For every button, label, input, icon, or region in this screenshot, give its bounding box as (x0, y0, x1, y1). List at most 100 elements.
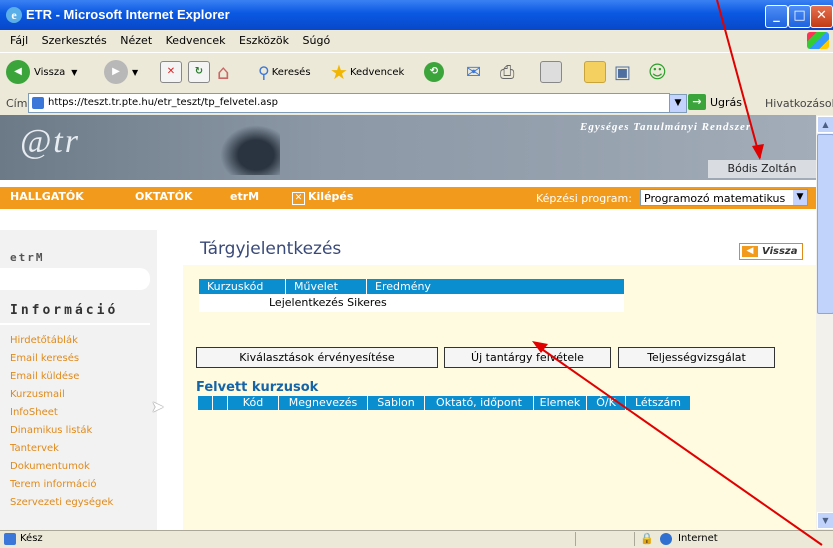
home-icon: ⌂ (217, 60, 230, 84)
sidebar-item-dokumentumok[interactable]: Dokumentumok (10, 461, 113, 479)
folder-button[interactable] (584, 59, 606, 85)
print-button[interactable]: ⎙ (500, 59, 514, 85)
go-button[interactable]: → Ugrás (688, 94, 742, 110)
history-button[interactable]: ⟲ (424, 59, 444, 85)
sidebar-item-dinamikus-listak[interactable]: Dinamikus listák (10, 425, 113, 443)
folder-icon (584, 61, 606, 83)
ie-icon: e (6, 7, 22, 23)
window-title: ETR - Microsoft Internet Explorer (26, 7, 230, 22)
web-content: @tr Egységes Tanulmányi Rendszer Bódis Z… (0, 115, 816, 530)
menu-help[interactable]: Súgó (303, 34, 331, 47)
minimize-button[interactable]: _ (765, 5, 788, 28)
col-megnevezes: Megnevezés (279, 396, 368, 410)
col-oktato: Oktató, időpont (425, 396, 534, 410)
menu-favorites[interactable]: Kedvencek (166, 34, 226, 47)
horse-image (220, 125, 280, 175)
nav-etrm[interactable]: etrM (230, 190, 259, 203)
menu-view[interactable]: Nézet (120, 34, 152, 47)
address-bar: Cím https://teszt.tr.pte.hu/etr_teszt/tp… (0, 91, 833, 115)
maximize-button[interactable]: □ (788, 5, 811, 28)
page-icon (32, 97, 44, 109)
status-text: Kész (20, 533, 43, 544)
vertical-scrollbar[interactable]: ▲ ▼ (816, 115, 833, 530)
stop-button[interactable]: ✕ (160, 59, 182, 85)
main-nav-bar: HALLGATÓK OKTATÓK etrM ✕ Kilépés Képzési … (0, 187, 816, 209)
sidebar-item-email-kereses[interactable]: Email keresés (10, 353, 113, 371)
sidebar-section-info: Információ (10, 303, 119, 318)
forward-arrow-icon: ▶ (104, 60, 128, 84)
left-sidebar: etrM Információ Hirdetőtáblák Email kere… (0, 230, 157, 530)
sidebar-item-tantervek[interactable]: Tantervek (10, 443, 113, 461)
nav-oktatok[interactable]: OKTATÓK (135, 190, 193, 203)
validate-selections-button[interactable]: Kiválasztások érvényesítése (196, 347, 438, 368)
home-button[interactable]: ⌂ (217, 59, 230, 85)
new-subject-button[interactable]: Új tantárgy felvétele (444, 347, 611, 368)
chevron-down-icon: ▼ (793, 190, 807, 205)
main-area: Tárgyjelentkezés ◀ Vissza Kurzuskód Művel… (157, 230, 816, 530)
address-dropdown-icon[interactable]: ▼ (669, 94, 687, 113)
etr-logo: @tr (20, 123, 80, 160)
vissza-button[interactable]: ◀ Vissza (739, 243, 804, 260)
messenger-icon: ☺ (648, 61, 667, 83)
menu-tools[interactable]: Eszközök (239, 34, 289, 47)
menu-bar: Fájl Szerkesztés Nézet Kedvencek Eszközö… (0, 30, 833, 52)
scroll-down-icon[interactable]: ▼ (817, 512, 833, 529)
search-button[interactable]: ⚲ Keresés (258, 59, 311, 85)
menu-edit[interactable]: Szerkesztés (42, 34, 107, 47)
completeness-check-button[interactable]: Teljességvizsgálat (618, 347, 775, 368)
mail-icon: ✉ (466, 61, 482, 83)
sidebar-item-infosheet[interactable]: InfoSheet (10, 407, 113, 425)
scroll-up-icon[interactable]: ▲ (817, 116, 833, 133)
status-divider (575, 532, 576, 546)
system-title: Egységes Tanulmányi Rendszer (580, 121, 752, 133)
menu-file[interactable]: Fájl (10, 34, 28, 47)
sidebar-item-kurzusmail[interactable]: Kurzusmail (10, 389, 113, 407)
stop-icon: ✕ (160, 61, 182, 83)
mouse-cursor-icon: ➤ (151, 397, 165, 416)
result-table-header: Kurzuskód Művelet Eredmény (199, 279, 624, 294)
links-label[interactable]: Hivatkozások (765, 97, 833, 110)
program-select[interactable]: Programozó matematikus ▼ (640, 189, 808, 206)
go-arrow-icon: → (688, 94, 706, 110)
internet-globe-icon (660, 533, 672, 545)
sidebar-item-terem-informacio[interactable]: Terem információ (10, 479, 113, 497)
research-button[interactable]: ▣ (614, 59, 631, 85)
browser-toolbar: ◀ Vissza ▼ ▶ ▼ ✕ ↻ ⌂ ⚲ Keresés ★ Kedvenc… (0, 52, 833, 92)
lock-icon: 🔒 (640, 532, 654, 545)
back-arrow-icon: ◀ (6, 60, 30, 84)
refresh-button[interactable]: ↻ (188, 59, 210, 85)
col-kurzuskod: Kurzuskód (199, 279, 286, 294)
mail-button[interactable]: ✉ (466, 59, 481, 85)
messenger-button[interactable]: ☺ (648, 59, 667, 85)
back-arrow-icon: ◀ (742, 246, 758, 257)
sidebar-item-hirdetotablak[interactable]: Hirdetőtáblák (10, 335, 113, 353)
nav-logout[interactable]: ✕ Kilépés (292, 190, 353, 205)
content-panel: Kurzuskód Művelet Eredmény Lejelentkezés… (183, 265, 816, 530)
page-icon (4, 533, 16, 545)
sidebar-item-szervezeti-egysegek[interactable]: Szervezeti egységek (10, 497, 113, 515)
nav-hallgatok[interactable]: HALLGATÓK (10, 190, 84, 203)
sidebar-section-etrm[interactable]: etrM (10, 251, 45, 264)
url-input[interactable]: https://teszt.tr.pte.hu/etr_teszt/tp_fel… (28, 93, 670, 113)
col-letszam: Létszám (635, 396, 681, 409)
sidebar-tab (0, 268, 150, 290)
user-name: Bódis Zoltán (708, 160, 816, 178)
print-icon: ⎙ (500, 61, 515, 83)
col-kod: Kód (228, 396, 279, 410)
back-button[interactable]: ◀ Vissza ▼ (6, 59, 77, 85)
scroll-thumb[interactable] (817, 134, 833, 314)
forward-button[interactable]: ▶ ▼ (104, 59, 138, 85)
status-bar: Kész 🔒 Internet (0, 530, 833, 548)
research-icon: ▣ (614, 61, 632, 83)
col-muvelet: Művelet (286, 279, 367, 294)
windows-logo-icon (807, 32, 829, 49)
courses-title: Felvett kurzusok (196, 380, 319, 395)
col-ok: Ó/K (587, 396, 626, 410)
window-title-bar[interactable]: e ETR - Microsoft Internet Explorer _ □ … (0, 0, 833, 30)
close-button[interactable]: ✕ (810, 5, 833, 28)
sidebar-divider (0, 323, 150, 325)
history-icon: ⟲ (424, 62, 444, 82)
sidebar-item-email-kuldese[interactable]: Email küldése (10, 371, 113, 389)
edit-button[interactable] (540, 59, 562, 85)
favorites-button[interactable]: ★ Kedvencek (330, 59, 404, 85)
